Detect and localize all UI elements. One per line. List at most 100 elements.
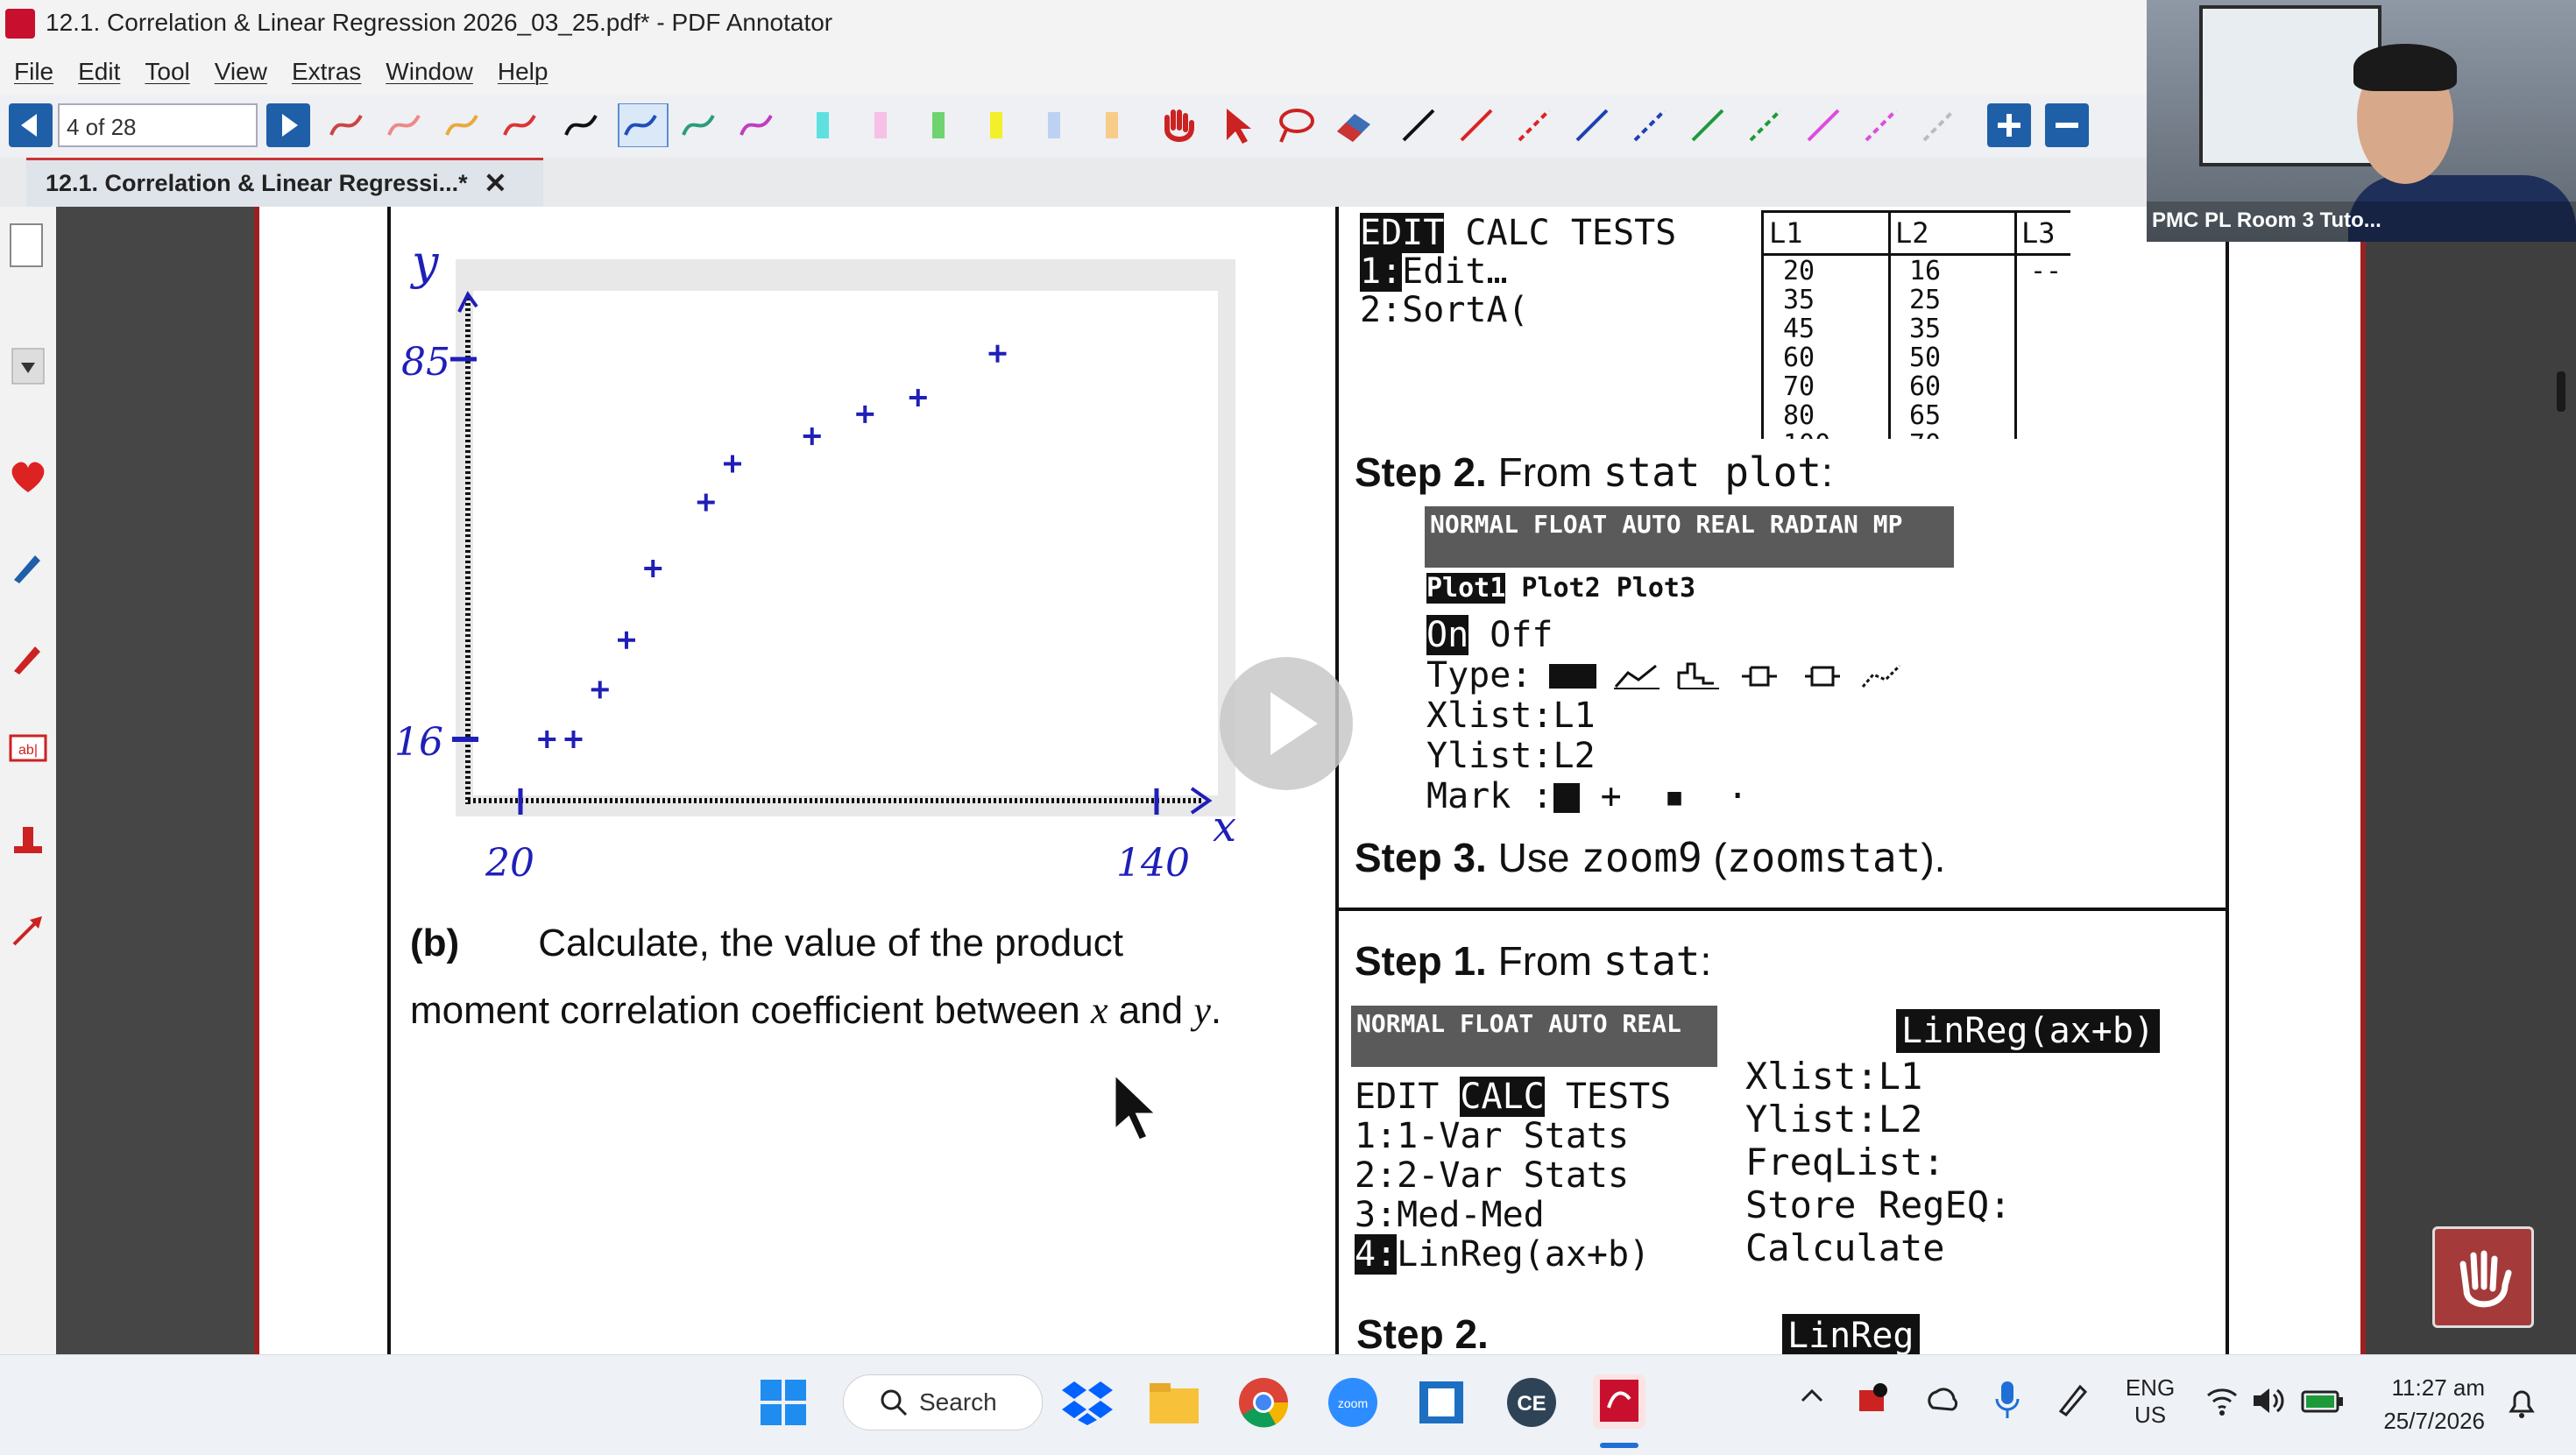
menu-edit-selected: EDIT [1360,213,1445,253]
vertical-scrollbar-thumb[interactable] [2557,371,2565,412]
search-label: Search [919,1388,997,1416]
chevron-up-icon[interactable] [1800,1387,1824,1404]
whiteboard-app-icon[interactable] [1416,1378,1467,1427]
question-text-1: Calculate, the value of the product [538,922,1123,964]
linreg-settings: Xlist:L1 Ylist:L2 FreqList: Store RegEQ:… [1745,1055,2012,1269]
language-indicator[interactable]: ENG US [2124,1374,2176,1429]
hand-tool-icon[interactable] [1157,103,1200,147]
zoom-in-icon[interactable] [1987,103,2031,147]
text-tool-icon[interactable]: ab| [7,731,49,766]
menu-tool[interactable]: Tool [145,58,189,86]
menu-edit[interactable]: Edit [78,58,120,86]
pdf-annotator-taskbar-icon[interactable] [1591,1373,1647,1430]
next-page-icon[interactable] [266,103,310,147]
volume-icon[interactable] [2250,1385,2285,1416]
taskbar-search-box[interactable]: Search [843,1374,1043,1430]
pen-presets-group-2[interactable] [561,103,806,147]
svg-text:zoom: zoom [1338,1396,1368,1410]
x-tick-label-left: 20 [485,841,534,886]
question-var-x: x [1090,989,1108,1032]
list-l3-values: -- [2030,256,2063,286]
svg-text:ab|: ab| [18,743,38,758]
menu-file[interactable]: File [14,58,53,86]
favorites-heart-icon[interactable] [7,457,49,496]
window-title: 12.1. Correlation & Linear Regression 20… [46,9,833,36]
question-line-1: (b) Calculate, the value of the product [410,922,1123,965]
y-tick-label-bottom: 16 [394,720,443,765]
select-arrow-icon[interactable] [1216,103,1260,147]
page-thumbnail-icon[interactable] [7,221,47,273]
notification-bell-icon[interactable] [2504,1385,2539,1420]
pdf-annotator-app-icon [5,9,35,39]
document-tab-strip: 12.1. Correlation & Linear Regressi...* … [0,158,2147,208]
clock[interactable]: 11:27 am 25/7/2026 [2362,1371,2485,1437]
list-l2-values: 16 25 35 50 60 65 70 [1909,256,1942,439]
video-participant-tile[interactable]: PMC PL Room 3 Tuto... [2147,0,2576,242]
question-part-label: (b) [410,922,460,964]
plot-type-icons [1549,662,1901,689]
table-border-middle [1335,207,1339,1354]
dropbox-icon[interactable] [1062,1378,1113,1427]
windows-start-icon[interactable] [759,1378,808,1427]
document-tab-label: 12.1. Correlation & Linear Regressi...* [46,170,468,196]
y-axis-label: y [410,235,440,290]
eraser-icon[interactable] [1332,103,1376,147]
play-button-icon[interactable] [1220,657,1353,790]
microphone-icon[interactable] [1994,1380,2020,1420]
step2-linreg-row: Step 2. LinReg [1349,1310,2226,1354]
highlighter-tool-icon[interactable] [9,638,47,676]
chrome-icon[interactable] [1237,1376,1290,1429]
item1-num: 1: [1360,251,1403,292]
active-app-indicator [1600,1443,1638,1448]
zoom-app-icon[interactable]: zoom [1327,1376,1379,1429]
highlighter-presets-group[interactable] [811,103,1127,147]
video-background-screen [2199,5,2381,166]
list-header-l2: L2 [1895,216,1929,250]
list-l1-values: 20 35 45 60 70 80 100 [1783,256,1830,439]
close-tab-icon[interactable]: ✕ [484,166,507,200]
zoom-out-icon[interactable] [2045,103,2089,147]
scroll-arrow-icon[interactable] [11,347,46,385]
wifi-icon[interactable] [2204,1385,2240,1416]
statplot-settings: On Off Type: Xlist:L1 Ylist:L2 Mark : + … [1426,615,1749,816]
video-person-hair [2353,44,2457,91]
menu-view[interactable]: View [215,58,267,86]
menu-window[interactable]: Window [386,58,473,86]
menu-extras[interactable]: Extras [292,58,361,86]
title-bar: 12.1. Correlation & Linear Regression 20… [0,0,2147,49]
lasso-icon[interactable] [1274,103,1318,147]
step3-heading: Step 3. Use zoom9 (zoomstat). [1355,834,1946,881]
item1-edit: Edit… [1402,251,1508,292]
list-header-l3: L3 [2021,216,2056,250]
line-presets-group[interactable] [1398,103,1959,147]
question-text-2: moment correlation coefficient between [410,989,1091,1032]
stamp-tool-icon[interactable] [9,820,47,858]
svg-text:CE: CE [1517,1392,1546,1416]
stat-list-table: L1 L2 L3 20 35 45 60 70 80 100 16 25 35 … [1761,210,2070,439]
arrow-tool-icon[interactable] [9,911,47,950]
mark-selected-icon [1553,783,1580,813]
statplot-header: NORMAL FLOAT AUTO REAL RADIAN MP [1430,510,1903,539]
calculator-emulator-icon[interactable]: CE [1505,1376,1558,1429]
stat-edit-menu: EDIT CALC TESTS 1:Edit… 2:SortA( [1360,213,1676,329]
battery-icon[interactable] [2301,1385,2345,1416]
question-and: and [1108,989,1194,1032]
menu-help[interactable]: Help [498,58,548,86]
left-tool-rail: ab| [0,207,57,1354]
step2-linreg-heading: Step 2. [1356,1311,1489,1354]
tray-app-icon[interactable] [1854,1381,1889,1416]
page-number-field[interactable]: 4 of 28 [58,103,258,147]
pen-input-icon[interactable] [2056,1381,2091,1416]
question-var-y: y [1193,989,1211,1032]
linreg-title: LinReg(ax+b) [1896,1009,2160,1053]
file-explorer-icon[interactable] [1148,1380,1200,1425]
linreg-badge: LinReg [1782,1314,1920,1354]
raise-hand-icon[interactable] [2432,1226,2534,1328]
page-edge-marker [254,207,259,1354]
pen-tool-icon[interactable] [9,547,47,585]
previous-page-icon[interactable] [9,103,53,147]
menu-bar: File Edit Tool View Extras Window Help [0,49,2147,95]
network-cloud-icon[interactable] [1924,1383,1959,1418]
mouse-cursor-icon [1113,1070,1160,1142]
step2-statplot-heading: Step 2. From stat plot: [1355,449,1833,496]
